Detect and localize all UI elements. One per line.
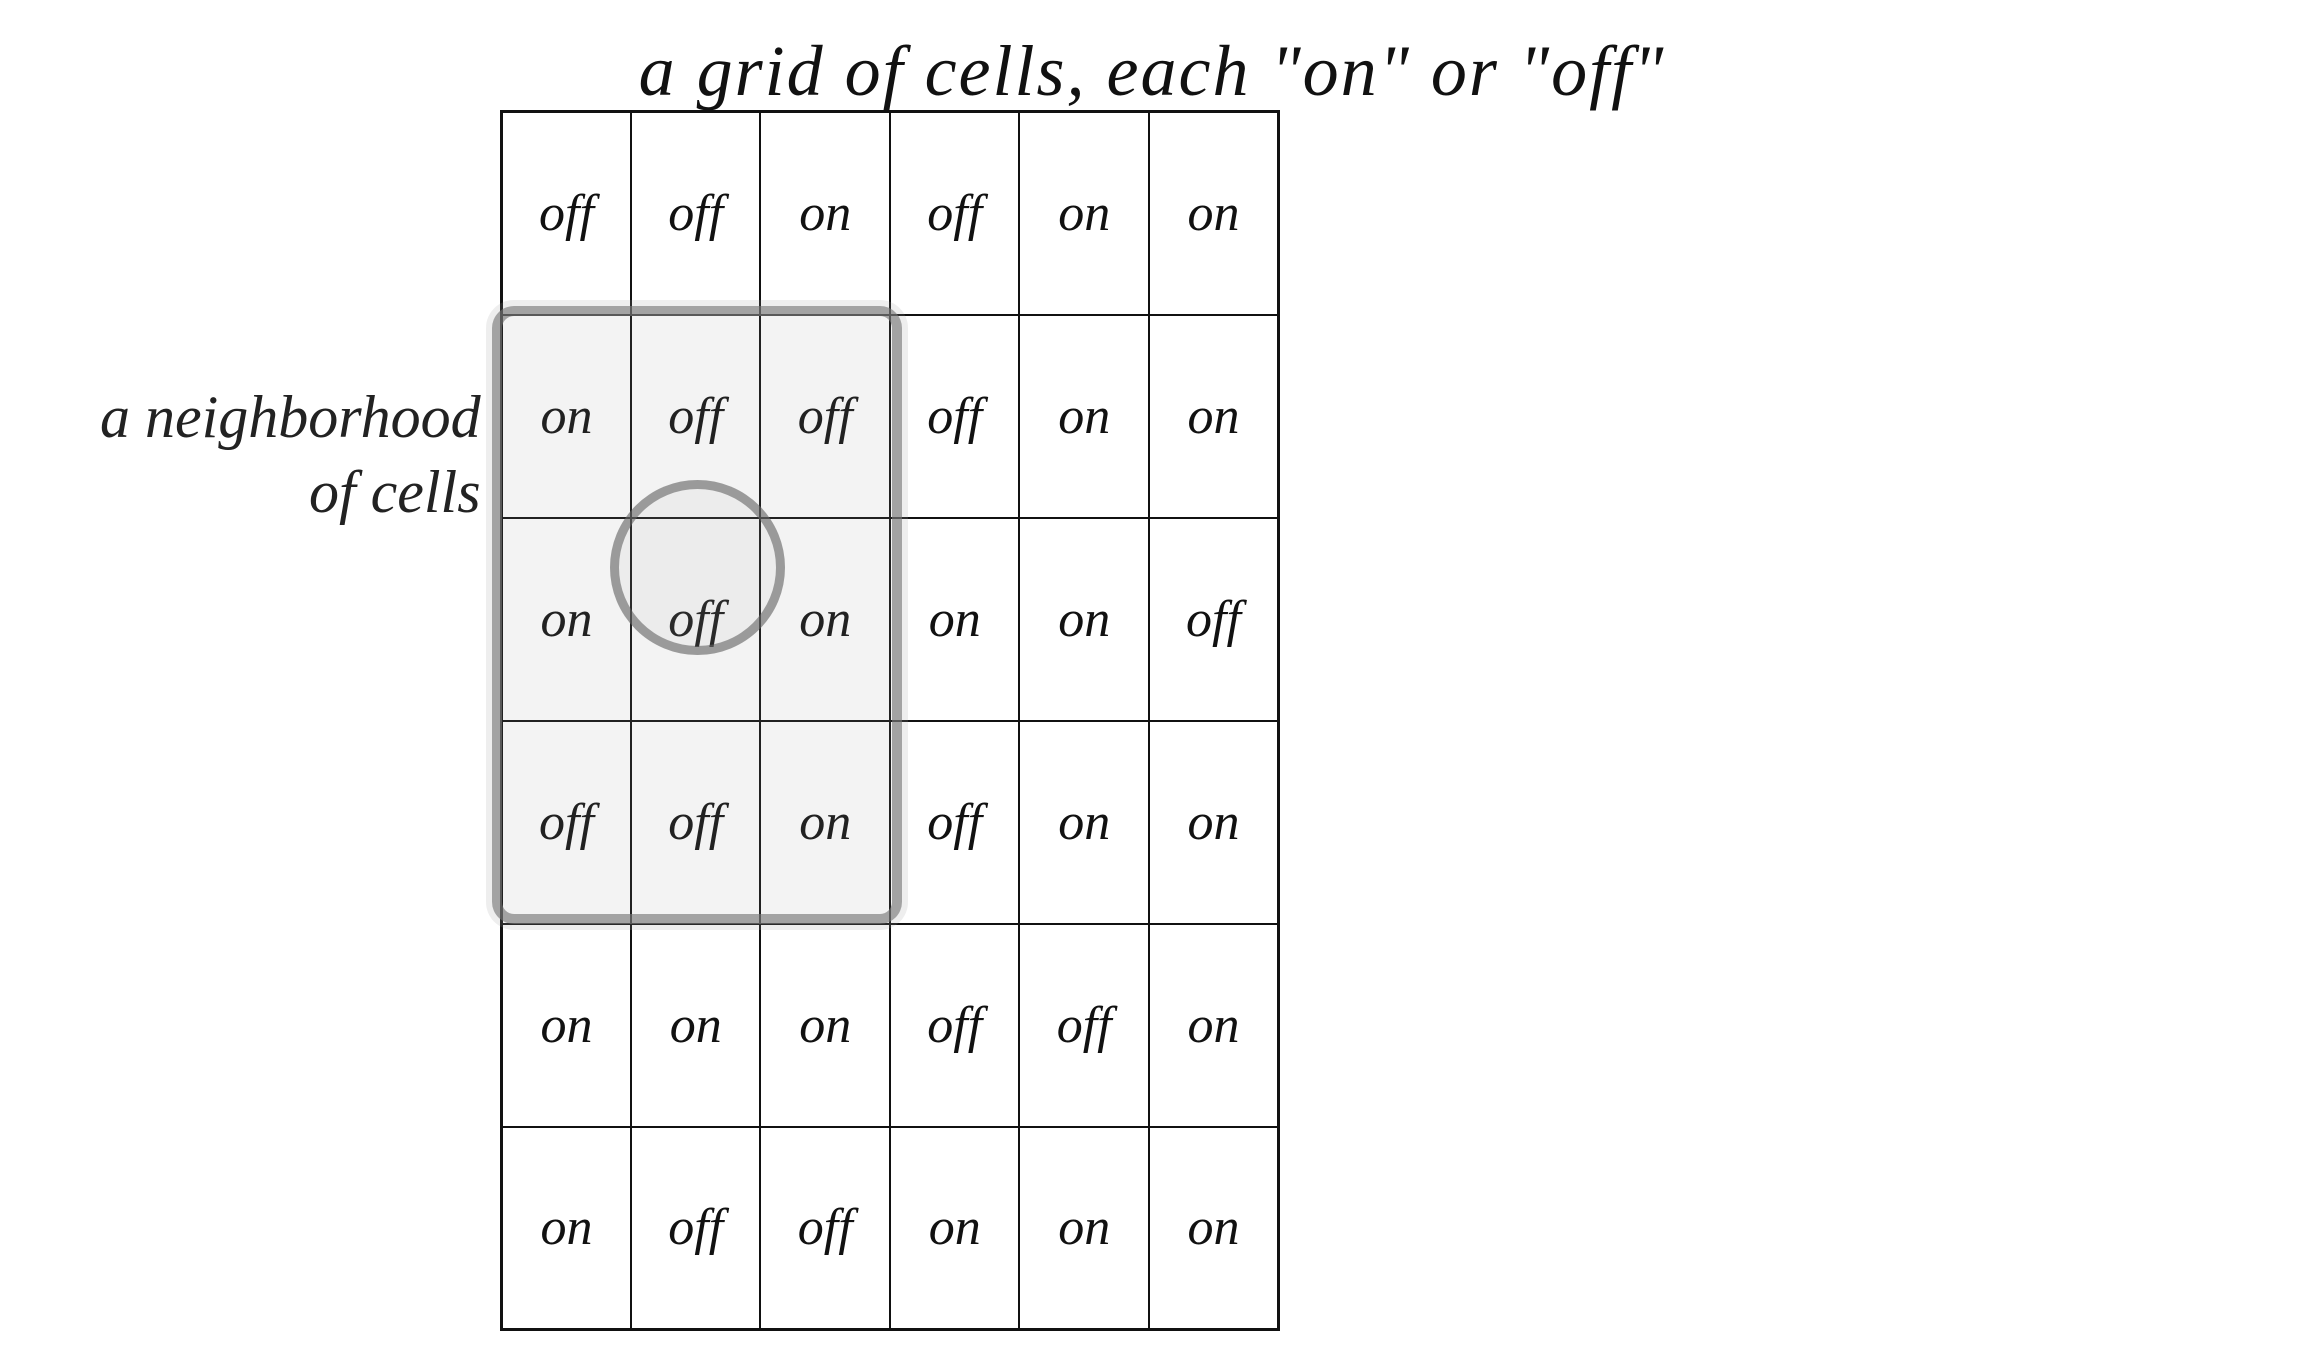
grid-cell: off [502, 721, 632, 924]
grid-cell: on [1149, 924, 1279, 1127]
grid-cell: on [1019, 315, 1148, 518]
grid-cell: on [1149, 721, 1279, 924]
grid-cell: on [890, 1127, 1019, 1330]
grid-wrapper: offoffonoffonononoffoffoffonononoffonono… [500, 110, 1280, 1330]
grid-cell: on [760, 518, 889, 721]
grid-cell: off [890, 112, 1019, 315]
grid-cell: off [631, 518, 760, 721]
grid-cell: on [1149, 112, 1279, 315]
grid-cell: on [1019, 112, 1148, 315]
grid-cell: on [502, 518, 632, 721]
grid-cell: off [760, 315, 889, 518]
grid-cell: on [1149, 1127, 1279, 1330]
page-title: a grid of cells, each "on" or "off" [0, 30, 2304, 113]
grid-cell: off [1149, 518, 1279, 721]
grid-cell: on [502, 1127, 632, 1330]
grid-cell: off [631, 1127, 760, 1330]
grid-cell: on [631, 924, 760, 1127]
grid-cell: on [502, 315, 632, 518]
annotation-label: a neighborhood of cells [100, 380, 481, 530]
grid-cell: off [502, 112, 632, 315]
grid-cell: off [760, 1127, 889, 1330]
grid-cell: off [890, 924, 1019, 1127]
grid-cell: on [1019, 1127, 1148, 1330]
grid-cell: on [760, 112, 889, 315]
grid-cell: off [890, 721, 1019, 924]
grid-cell: off [631, 315, 760, 518]
grid-cell: on [1149, 315, 1279, 518]
grid-cell: on [502, 924, 632, 1127]
grid-cell: on [1019, 518, 1148, 721]
grid-cell: on [760, 721, 889, 924]
grid-cell: off [631, 112, 760, 315]
grid-cell: off [631, 721, 760, 924]
grid-cell: on [890, 518, 1019, 721]
grid-cell: on [1019, 721, 1148, 924]
grid-cell: on [760, 924, 889, 1127]
grid-cell: off [1019, 924, 1148, 1127]
grid-table: offoffonoffonononoffoffoffonononoffonono… [500, 110, 1280, 1331]
grid-cell: off [890, 315, 1019, 518]
grid-container: offoffonoffonononoffoffoffonononoffonono… [500, 110, 1280, 1330]
